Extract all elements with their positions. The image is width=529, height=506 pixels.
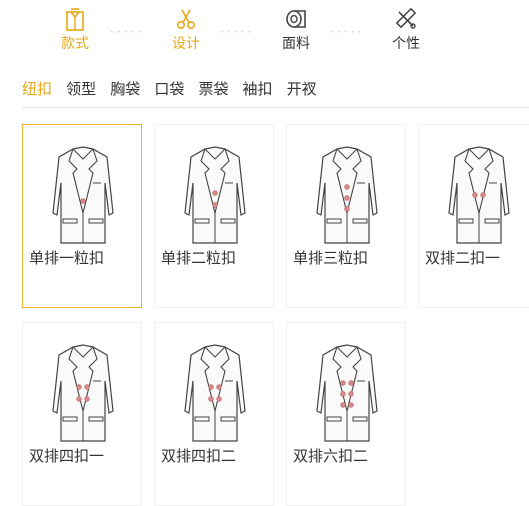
style-option-label: 双排四扣二 — [161, 447, 237, 465]
step-label: 个性 — [392, 36, 420, 52]
tab-chest-pocket[interactable]: 胸袋 — [110, 78, 140, 99]
step-connector: ····· — [220, 25, 255, 39]
jacket-icon — [448, 146, 510, 244]
style-option-card[interactable]: 双排二扣一 — [418, 124, 529, 308]
style-option-label: 单排三粒扣 — [293, 249, 369, 267]
style-option-card[interactable]: 单排二粒扣 — [154, 124, 274, 308]
step-progress: 款式 ····· 设计 ····· 面料 ····· 个性 — [0, 0, 529, 64]
step-label: 设计 — [172, 36, 200, 52]
style-option-label: 双排六扣二 — [293, 447, 369, 465]
jacket-icon — [52, 146, 114, 244]
style-option-card[interactable]: 单排一粒扣 — [22, 124, 142, 308]
tab-sleeve-buttons[interactable]: 袖扣 — [243, 78, 273, 99]
step-connector: ····· — [110, 25, 145, 39]
style-option-card[interactable]: 双排六扣二 — [286, 322, 406, 506]
tab-ticket-pocket[interactable]: 票袋 — [198, 78, 228, 99]
step-personal[interactable]: 个性 — [371, 6, 441, 53]
category-tabs: 纽扣 领型 胸袋 口袋 票袋 袖扣 开衩 — [22, 78, 326, 102]
style-option-card[interactable]: 双排四扣一 — [22, 322, 142, 506]
jacket-icon — [316, 344, 378, 442]
jacket-icon — [184, 146, 246, 244]
style-option-label: 单排一粒扣 — [29, 249, 105, 267]
jacket-icon — [184, 344, 246, 442]
style-option-card[interactable]: 双排四扣二 — [154, 322, 274, 506]
jacket-icon — [316, 146, 378, 244]
tab-lapel[interactable]: 领型 — [66, 78, 96, 99]
step-label: 面料 — [282, 36, 310, 52]
tools-icon — [395, 7, 417, 29]
step-style[interactable]: 款式 — [40, 6, 110, 53]
style-option-label: 双排二扣一 — [425, 249, 501, 267]
tab-vent[interactable]: 开衩 — [287, 78, 317, 99]
style-option-label: 双排四扣一 — [29, 447, 105, 465]
scissors-icon — [177, 9, 196, 30]
step-connector: ····· — [330, 25, 365, 39]
jacket-icon — [52, 344, 114, 442]
step-fabric[interactable]: 面料 — [261, 6, 331, 53]
fabric-roll-icon — [286, 10, 306, 28]
tab-pocket[interactable]: 口袋 — [154, 78, 184, 99]
step-design[interactable]: 设计 — [151, 6, 221, 53]
shirt-icon — [66, 8, 84, 31]
divider — [22, 107, 529, 108]
step-label: 款式 — [61, 36, 89, 52]
style-option-card[interactable]: 单排三粒扣 — [286, 124, 406, 308]
tab-buttons[interactable]: 纽扣 — [22, 78, 52, 99]
style-option-label: 单排二粒扣 — [161, 249, 237, 267]
